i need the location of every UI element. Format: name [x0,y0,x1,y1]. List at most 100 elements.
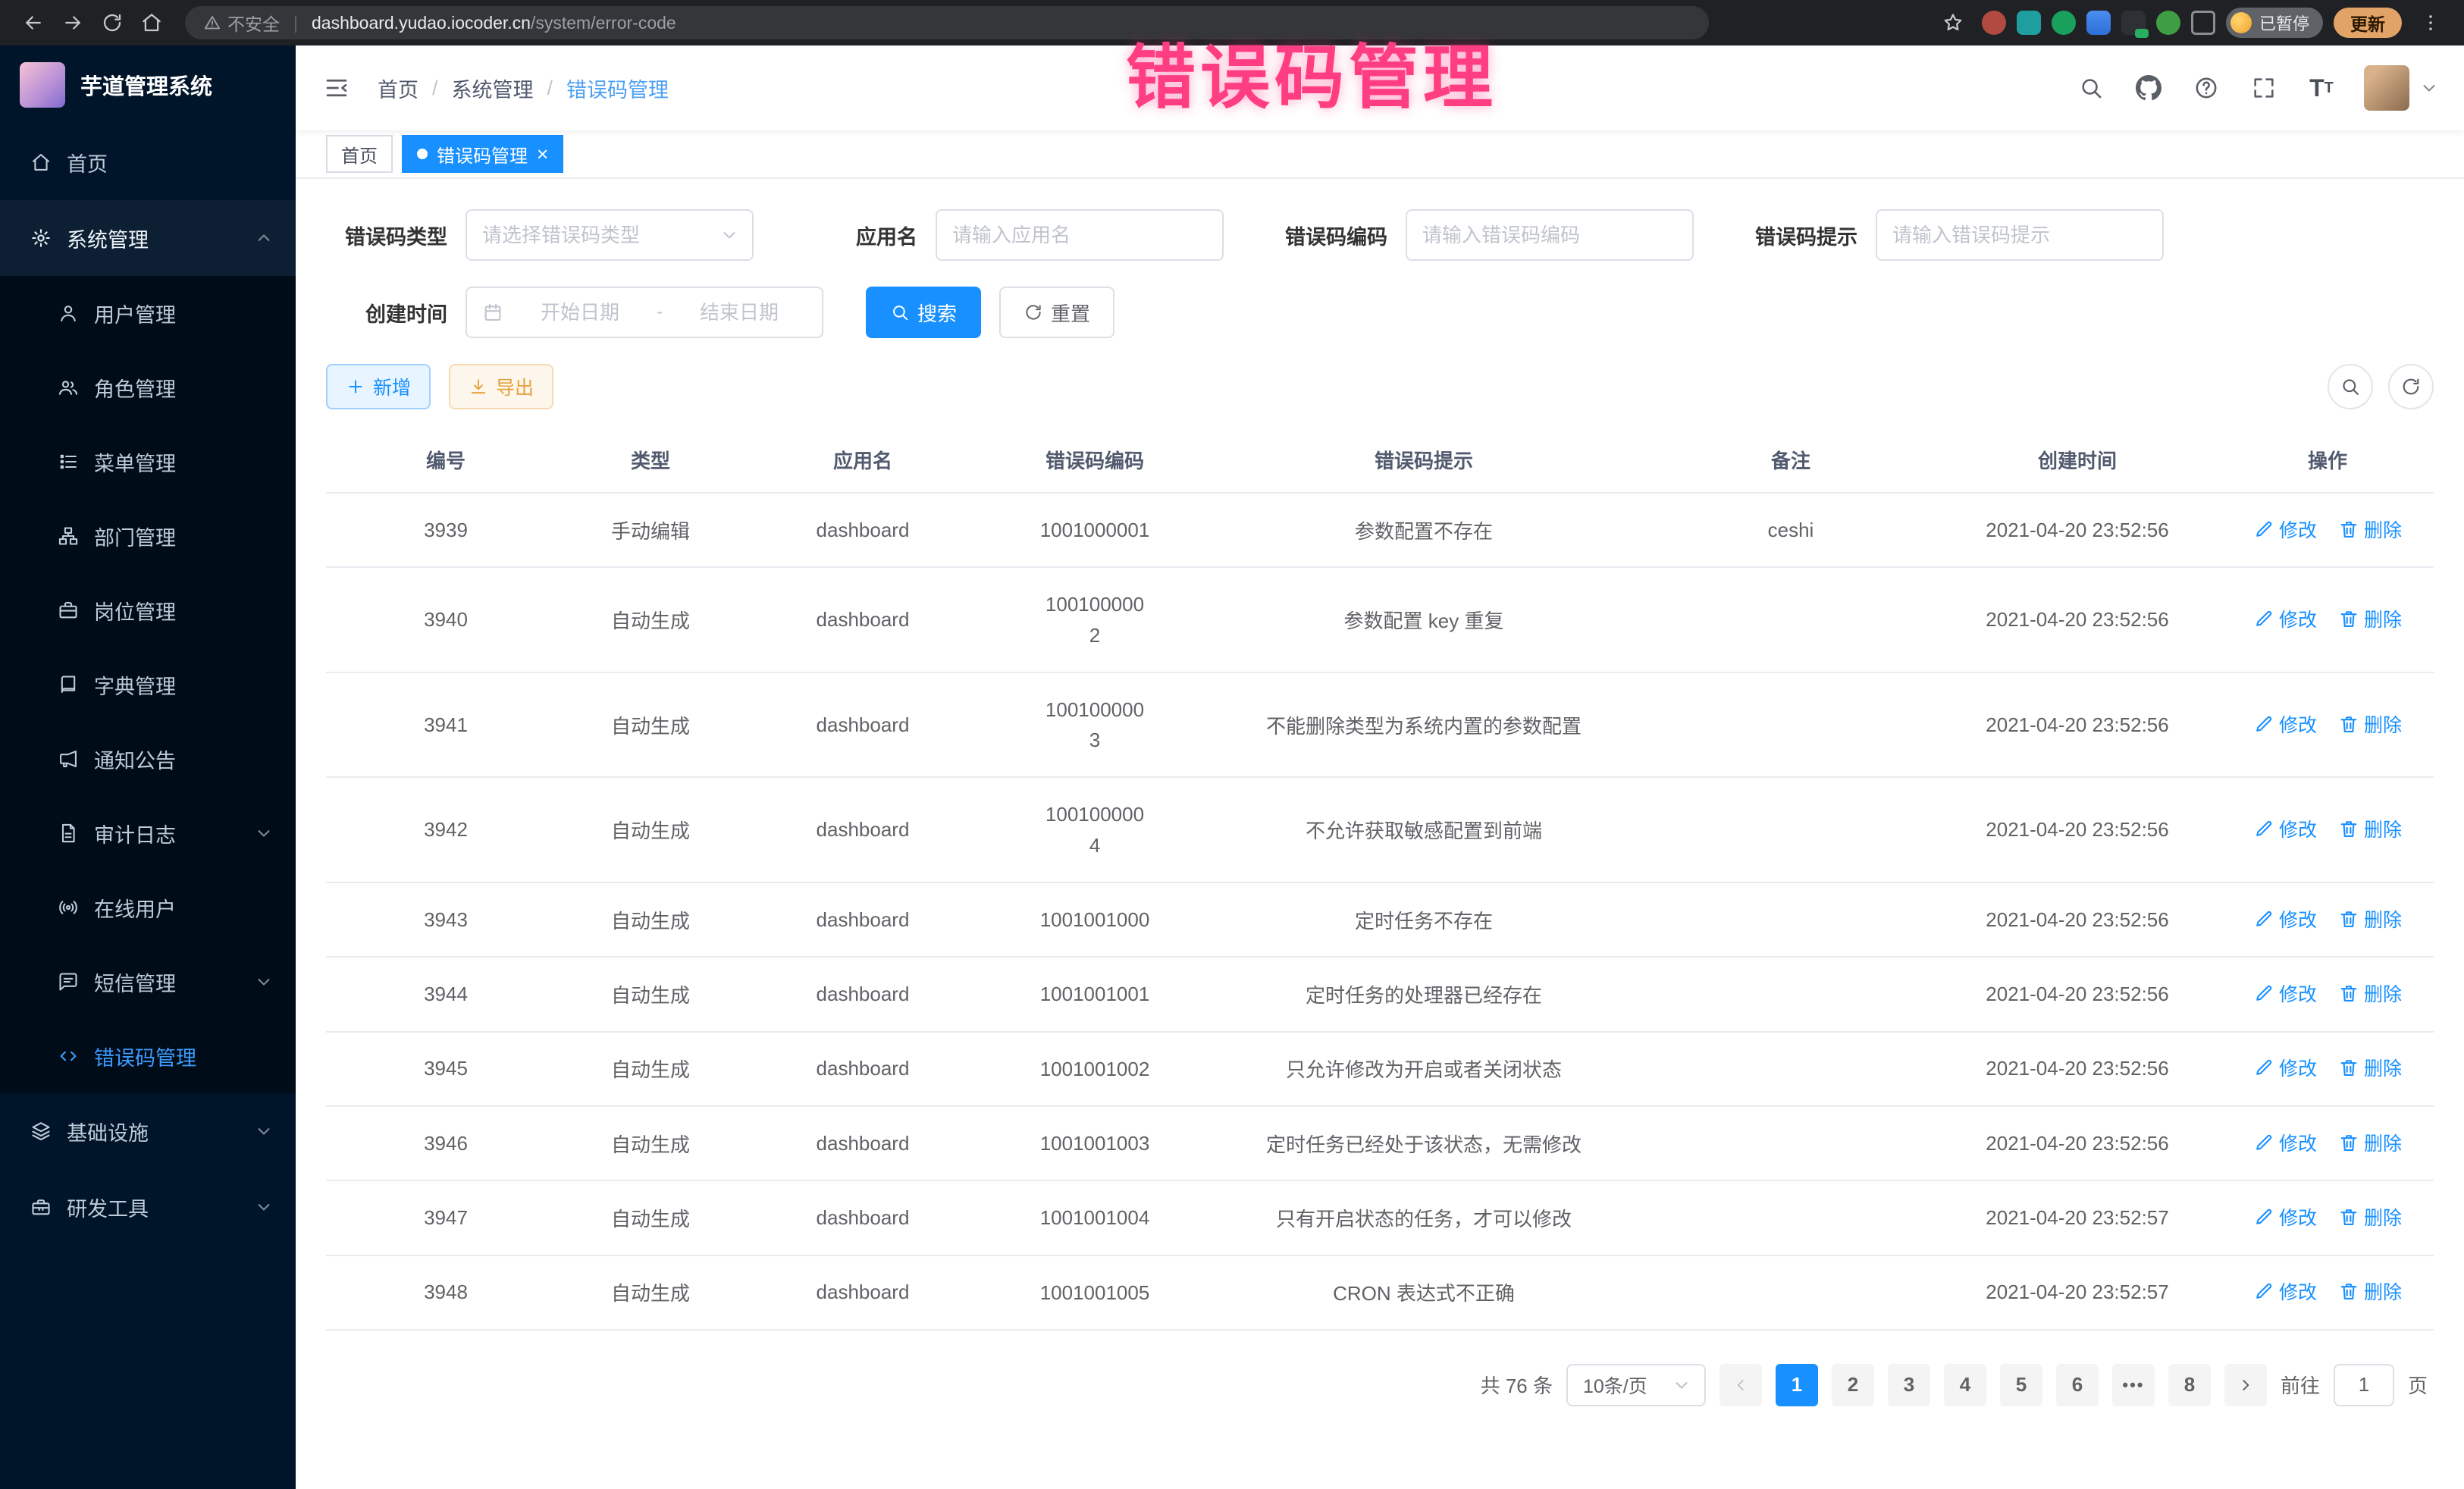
delete-link[interactable]: 删除 [2338,1277,2402,1305]
chevron-down-icon [253,1196,274,1218]
page-button-2[interactable]: 2 [1832,1364,1874,1406]
reload-icon[interactable] [94,5,130,41]
delete-link[interactable]: 删除 [2338,516,2402,543]
goto-page-input[interactable] [2334,1364,2394,1406]
sidebar-item-notice[interactable]: 通知公告 [0,722,296,796]
dots-vertical-icon[interactable] [2412,5,2449,41]
sidebar-item-error-code[interactable]: 错误码管理 [0,1019,296,1093]
font-size-icon[interactable]: TT [2294,61,2349,115]
sidebar-item-online-user[interactable]: 在线用户 [0,870,296,945]
page-size-select[interactable]: 10条/页 [1566,1364,1706,1406]
sidebar-item-home[interactable]: 首页 [0,124,296,200]
delete-link[interactable]: 删除 [2338,1129,2402,1156]
extension-icon[interactable] [2086,11,2111,35]
date-range-picker[interactable]: - [466,287,823,338]
page-button-4[interactable]: 4 [1944,1364,1986,1406]
error-code-field[interactable] [1406,209,1694,261]
sidebar-item-user[interactable]: 用户管理 [0,276,296,350]
refresh-icon[interactable] [2388,364,2434,409]
sidebar-item-infra[interactable]: 基础设施 [0,1093,296,1169]
page-ellipsis[interactable]: ••• [2112,1364,2155,1406]
error-type-select[interactable] [466,209,754,261]
error-hint-field[interactable] [1876,209,2164,261]
edit-link[interactable]: 修改 [2253,605,2317,632]
sidebar-item-dict[interactable]: 字典管理 [0,647,296,722]
security-chip[interactable]: 不安全 [203,10,280,36]
sidebar-item-system[interactable]: 系统管理 [0,200,296,276]
edit-link[interactable]: 修改 [2253,1054,2317,1081]
extensions-puzzle-icon[interactable] [2191,11,2215,35]
delete-link[interactable]: 删除 [2338,815,2402,842]
fullscreen-icon[interactable] [2237,61,2291,115]
app-name-field[interactable] [936,209,1224,261]
extension-icon[interactable] [2156,11,2180,35]
delete-link[interactable]: 删除 [2338,710,2402,738]
reset-button-label: 重置 [1051,299,1090,327]
delete-link[interactable]: 删除 [2338,980,2402,1007]
table-row: 3942自动生成dashboard100100000 4不允许获取敏感配置到前端… [326,777,2434,882]
edit-link[interactable]: 修改 [2253,710,2317,738]
page-button-1[interactable]: 1 [1776,1364,1818,1406]
error-hint-input[interactable] [1892,224,2147,247]
question-icon[interactable] [2179,61,2234,115]
error-type-select-input[interactable] [482,224,713,247]
export-button[interactable]: 导出 [449,364,553,409]
sidebar-item-post[interactable]: 岗位管理 [0,573,296,647]
edit-link[interactable]: 修改 [2253,1277,2317,1305]
cell-operations: 修改删除 [2221,1106,2434,1180]
breadcrumb-item[interactable]: 系统管理 [452,74,534,103]
extension-icon[interactable] [2052,11,2076,35]
edit-link[interactable]: 修改 [2253,516,2317,543]
page-button-5[interactable]: 5 [2000,1364,2042,1406]
edit-link[interactable]: 修改 [2253,1203,2317,1230]
caret-down-icon[interactable] [2419,77,2440,99]
extension-icon[interactable] [2121,11,2146,35]
edit-link[interactable]: 修改 [2253,980,2317,1007]
browser-profile-chip[interactable]: 已暂停 [2226,8,2323,38]
search-button[interactable]: 搜索 [866,287,981,338]
page-button-6[interactable]: 6 [2056,1364,2099,1406]
sidebar-item-sms[interactable]: 短信管理 [0,945,296,1019]
edit-link[interactable]: 修改 [2253,815,2317,842]
star-icon[interactable] [1935,5,1971,41]
tab-error-code[interactable]: 错误码管理× [402,135,563,173]
delete-link[interactable]: 删除 [2338,1203,2402,1230]
sidebar-item-audit-log[interactable]: 审计日志 [0,796,296,870]
prev-page-button[interactable] [1719,1364,1762,1406]
user-avatar[interactable] [2364,65,2409,111]
extension-icon[interactable] [1982,11,2006,35]
extension-icon[interactable] [2017,11,2041,35]
sidebar-item-role[interactable]: 角色管理 [0,350,296,425]
edit-link[interactable]: 修改 [2253,905,2317,933]
search-icon[interactable] [2328,364,2373,409]
sidebar-item-menu[interactable]: 菜单管理 [0,425,296,499]
next-page-button[interactable] [2224,1364,2267,1406]
github-icon[interactable] [2121,61,2176,115]
delete-link[interactable]: 删除 [2338,1054,2402,1081]
app-name-input[interactable] [952,224,1207,247]
menu-list-icon [58,451,79,472]
tab-home[interactable]: 首页 [326,135,393,173]
cell-operations: 修改删除 [2221,957,2434,1031]
reset-button[interactable]: 重置 [999,287,1114,338]
update-button[interactable]: 更新 [2334,8,2402,38]
add-button[interactable]: 新增 [326,364,431,409]
sidebar-item-dept[interactable]: 部门管理 [0,499,296,573]
sidebar-item-dev-tools[interactable]: 研发工具 [0,1169,296,1245]
edit-link[interactable]: 修改 [2253,1129,2317,1156]
page-button-8[interactable]: 8 [2168,1364,2211,1406]
back-icon[interactable] [15,5,52,41]
delete-link[interactable]: 删除 [2338,605,2402,632]
forward-icon[interactable] [55,5,91,41]
page-button-3[interactable]: 3 [1888,1364,1930,1406]
home-nav-icon[interactable] [133,5,170,41]
delete-link[interactable]: 删除 [2338,905,2402,933]
menu-fold-icon[interactable] [296,45,378,130]
search-icon[interactable] [2064,61,2118,115]
start-date-input[interactable] [513,301,647,324]
page-url: dashboard.yudao.iocoder.cn/system/error-… [312,13,676,33]
end-date-input[interactable] [672,301,807,324]
breadcrumb-item[interactable]: 首页 [378,74,419,103]
tab-close-icon[interactable]: × [537,144,548,164]
error-code-input[interactable] [1422,224,1677,247]
